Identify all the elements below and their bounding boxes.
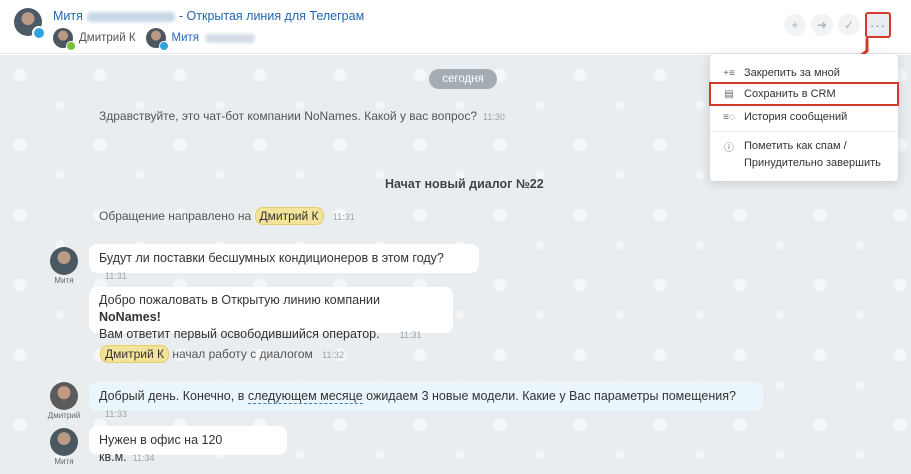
check-icon[interactable]: ✓ [838,14,860,36]
more-icon[interactable]: ··· [865,12,891,38]
message-bubble: Добрый день. Конечно, в следующем месяце… [89,382,763,419]
message-time: 11:32 [322,350,344,360]
started-text: начал работу с диалогом [172,347,313,361]
message-time: 11:33 [105,409,127,419]
bot-message-text: Здравствуйте, это чат-бот компании NoNam… [99,109,477,123]
participant-avatar[interactable] [53,28,76,51]
menu-item-label: История сообщений [744,111,848,123]
message-time: 11:31 [105,271,127,281]
operator-tag[interactable]: Дмитрий К [254,207,324,225]
message-text: Добро пожаловать в Открытую линию компан… [99,293,380,307]
participant-avatar[interactable] [145,28,169,51]
redacted-surname [86,11,175,22]
menu-item-label-line2: Принудительно завершить [744,157,881,169]
plus-icon[interactable]: + [784,14,806,36]
online-badge-icon [66,41,76,51]
telegram-badge-icon [158,41,169,51]
menu-item-spam[interactable]: ⓘ Пометить как спам / Принудительно заве… [710,138,898,174]
message-text: ожидаем 3 новые модели. Какие у Вас пара… [362,389,736,403]
message-time: 11:30 [483,112,505,122]
pin-icon: +≡ [723,67,735,79]
message-time: 11:31 [332,212,355,222]
header-actions: + ➜ ✓ ··· [784,12,891,38]
forward-icon[interactable]: ➜ [811,14,833,36]
participant-name[interactable]: Дмитрий К [79,32,136,44]
message-bubble: Будут ли поставки бесшумных кондиционеро… [89,244,479,281]
crm-icon: ▤ [724,88,734,100]
bot-message: Здравствуйте, это чат-бот компании NoNam… [99,109,505,123]
message-link[interactable]: следующем месяце [247,389,363,404]
menu-item-pin[interactable]: +≡ Закрепить за мной [710,63,898,83]
message-text: Нужен в офис на 120 кв.м. [99,433,223,464]
redacted-surname [205,33,256,43]
menu-item-label: Закрепить за мной [744,67,840,79]
menu-item-history[interactable]: ≡◌ История сообщений [710,107,898,127]
author-label: Дмитрий [47,411,81,420]
message-text-bold: NoNames! [99,310,161,324]
participant-name[interactable]: Митя [172,32,200,44]
avatar[interactable] [50,428,78,456]
menu-item-label: Пометить как спам / Принудительно заверш… [744,138,881,172]
author-label: Митя [54,457,74,466]
message-text: Будут ли поставки бесшумных кондиционеро… [99,251,444,265]
message-time: 11:34 [132,453,155,463]
message-time: 11:31 [399,330,422,340]
contact-name: Митя [53,9,83,23]
chat-header: Митя - Открытая линия для Телеграм Дмитри… [0,0,911,54]
new-dialog-notice: Начат новый диалог №22 [385,177,544,191]
telegram-icon [32,26,46,40]
routing-notice: Обращение направлено на Дмитрий К 11:31 [99,207,355,225]
message-bubble: Нужен в офис на 120 кв.м. 11:34 [89,426,287,464]
operator-started-notice: Дмитрий К начал работу с диалогом 11:32 [100,345,344,363]
avatar[interactable] [50,247,78,275]
message-text: Вам ответит первый освободившийся операт… [99,327,380,341]
title-suffix: - Открытая линия для Телеграм [178,9,365,23]
menu-item-save-crm[interactable]: ▤ Сохранить в CRM [709,82,899,106]
contact-avatar[interactable] [14,8,46,40]
history-icon: ≡◌ [723,111,735,123]
message-bubble: Добро пожаловать в Открытую линию компан… [89,287,453,341]
author-label: Митя [54,276,74,285]
spam-icon: ⓘ [724,143,734,154]
menu-item-label: Сохранить в CRM [744,88,836,100]
message-text: Добрый день. Конечно, в [99,389,248,403]
avatar[interactable] [50,382,78,410]
date-separator: сегодня [429,69,497,89]
participants-list: Дмитрий К Митя [53,28,256,51]
operator-tag[interactable]: Дмитрий К [100,345,169,363]
chat-title[interactable]: Митя - Открытая линия для Телеграм [53,9,364,23]
more-menu: +≡ Закрепить за мной ▤ Сохранить в CRM ≡… [709,54,899,181]
menu-item-label-line1: Пометить как спам / [744,140,847,152]
menu-divider [710,131,898,132]
routing-text: Обращение направлено на [99,209,252,223]
